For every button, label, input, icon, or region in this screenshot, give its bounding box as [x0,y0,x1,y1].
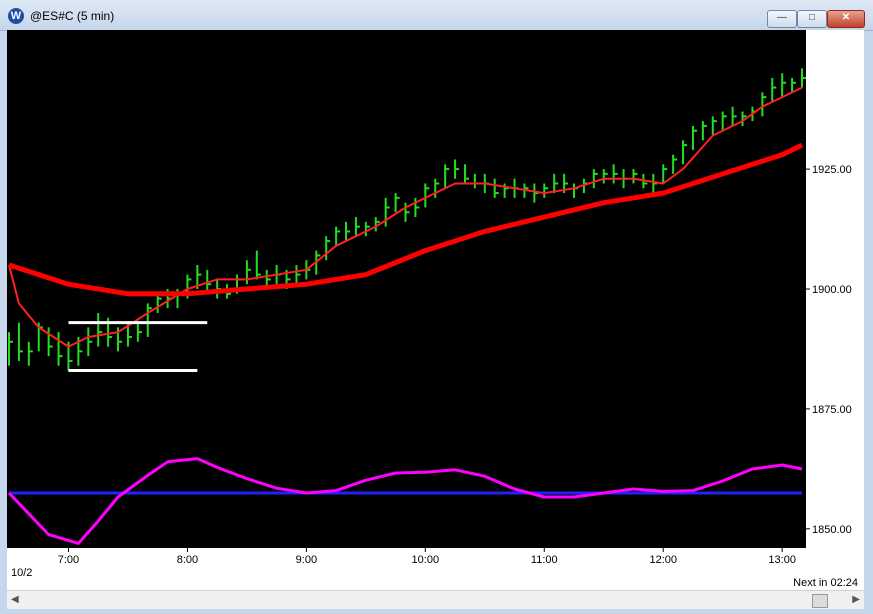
price-bar [146,303,152,337]
price-bar [295,265,301,285]
price-bar [573,183,579,198]
price-bar [701,121,707,141]
price-bar [781,73,787,98]
time-tick-label: 8:00 [177,554,198,566]
time-tick-label: 13:00 [768,554,796,566]
price-tick-label: 1900.00 [812,284,852,296]
price-bar [711,116,717,136]
price-bar [503,183,509,198]
price-tick-label: 1875.00 [812,404,852,416]
price-bar [454,159,460,179]
price-bar [672,154,678,174]
price-bar [156,293,162,313]
price-bar [17,322,23,361]
price-bar [335,226,341,246]
price-bar [136,322,142,342]
oscillator-panel [7,457,803,545]
price-bar [434,178,440,198]
next-bar-countdown: Next in 02:24 [793,577,858,589]
price-bar [255,250,261,280]
title-bar: W @ES#C (5 min) — □ ✕ [0,0,873,31]
price-bar [87,327,93,357]
price-bar [652,173,658,194]
price-bar [533,183,539,203]
price-bar [444,164,450,189]
price-bar [8,332,13,366]
price-bar [602,169,608,184]
price-bar [691,125,697,150]
price-bar [493,178,499,198]
price-bar [394,193,400,213]
chart-area[interactable]: 1925.00 1900.00 1875.00 1850.00 7:00 8:00 9:00… [7,30,864,590]
price-bar [47,327,53,357]
maximize-button[interactable]: □ [797,10,827,28]
scroll-left-icon[interactable]: ◀ [11,594,19,605]
price-bar [612,164,618,184]
price-bar [27,341,33,366]
price-bar [97,312,103,347]
time-tick-label: 10:00 [412,554,440,566]
price-bar [731,106,737,126]
price-bar [354,217,360,237]
price-bar [721,111,727,131]
price-bar [315,250,321,275]
price-bar [384,197,390,227]
price-bar [592,169,598,189]
price-tick-label: 1850.00 [812,524,852,536]
price-bar [345,221,351,242]
price-bar [771,77,777,102]
price-bar [473,173,479,189]
minimize-button[interactable]: — [767,10,797,28]
price-bar [463,164,469,184]
scroll-right-icon[interactable]: ▶ [852,594,860,605]
price-bar [632,169,638,184]
date-label: 10/2 [11,567,32,579]
scroll-thumb[interactable] [812,594,828,608]
oscillator-line [7,457,803,545]
time-tick-label: 12:00 [649,554,677,566]
window-title: @ES#C (5 min) [30,9,115,23]
horizontal-scrollbar[interactable]: ◀ ▶ [7,590,864,609]
price-bar [245,260,251,285]
axis-labels: 1925.00 1900.00 1875.00 1850.00 7:00 8:00 9:00… [11,164,858,589]
close-button[interactable]: ✕ [827,10,865,28]
app-logo-icon: W [8,8,24,24]
price-bar [325,236,331,261]
price-bar [801,68,806,88]
price-bar [57,332,63,366]
time-tick-label: 9:00 [296,554,317,566]
time-tick-label: 7:00 [58,554,79,566]
price-tick-label: 1925.00 [812,164,852,176]
price-bar [543,183,549,198]
price-chart[interactable]: 1925.00 1900.00 1875.00 1850.00 7:00 8:00 9:00… [7,30,864,590]
time-tick-label: 11:00 [531,554,558,566]
price-bar [682,140,688,165]
